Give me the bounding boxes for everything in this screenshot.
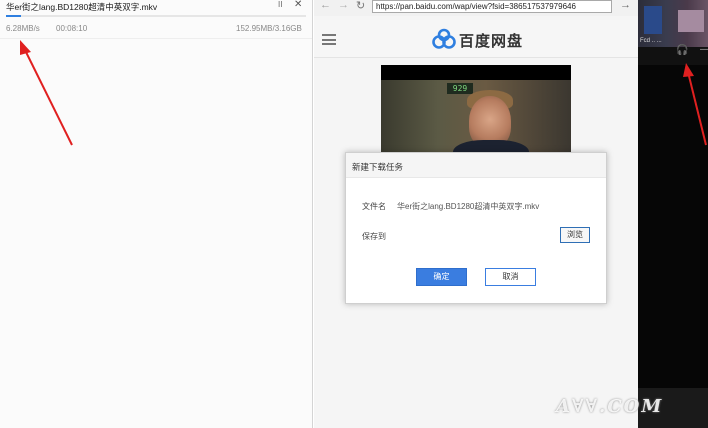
back-icon[interactable]: ←	[320, 0, 331, 11]
pause-button[interactable]: II	[278, 0, 282, 9]
close-button[interactable]: ✕	[294, 0, 302, 10]
browse-button[interactable]: 浏览	[560, 227, 590, 243]
download-speed: 6.28MB/s	[6, 24, 40, 33]
ok-button[interactable]: 确定	[416, 268, 467, 286]
dialog-title: 新建下载任务	[352, 162, 404, 172]
download-progress-fill	[6, 15, 21, 17]
divider	[0, 38, 312, 39]
video-scene: 929	[381, 80, 571, 157]
download-progress-bar	[6, 15, 306, 17]
filename-label: 文件名	[362, 202, 386, 211]
baidu-cloud-logo-icon	[432, 28, 456, 49]
site-name: 百度网盘	[459, 33, 524, 50]
url-input[interactable]: https://pan.baidu.com/wap/view?fsid=3865…	[372, 0, 612, 13]
minimize-icon[interactable]: —	[700, 44, 708, 55]
go-icon[interactable]: →	[620, 0, 631, 11]
download-filename: 华er街之lang.BD1280超清中英双字.mkv	[6, 2, 158, 12]
menu-icon[interactable]	[322, 34, 336, 45]
filename-value[interactable]: 华er街之lang.BD1280超清中英双字.mkv	[397, 201, 539, 212]
desktop-area: Fcd .. ... 🎧 —	[638, 0, 708, 428]
headset-icon[interactable]: 🎧	[676, 45, 688, 56]
new-download-dialog: 新建下载任务 文件名 华er街之lang.BD1280超清中英双字.mkv 保存…	[345, 152, 607, 304]
download-time-remaining: 00:08:10	[56, 24, 88, 33]
address-bar: ← → ↻ https://pan.baidu.com/wap/view?fsi…	[314, 0, 638, 16]
desktop-thumbnail	[678, 10, 704, 32]
desktop-text: Fcd .. ...	[640, 38, 662, 44]
download-panel: 华er街之lang.BD1280超清中英双字.mkv II ✕ 6.28MB/s…	[0, 0, 313, 428]
reload-icon[interactable]: ↻	[356, 0, 365, 12]
desktop-thumbnail	[644, 6, 662, 34]
cancel-button[interactable]: 取消	[485, 268, 536, 286]
toolbar	[638, 47, 708, 65]
watermark: A∀∀.COM	[556, 396, 664, 417]
video-preview[interactable]: 929	[381, 65, 571, 157]
site-header: 百度网盘	[314, 20, 638, 58]
download-size: 152.95MB/3.16GB	[236, 24, 302, 33]
forward-icon[interactable]: →	[338, 0, 349, 11]
video-clock: 929	[447, 83, 473, 94]
save-to-label: 保存到	[362, 232, 386, 241]
dialog-header: 新建下载任务	[346, 153, 606, 178]
desktop-wallpaper: Fcd .. ...	[638, 0, 708, 47]
